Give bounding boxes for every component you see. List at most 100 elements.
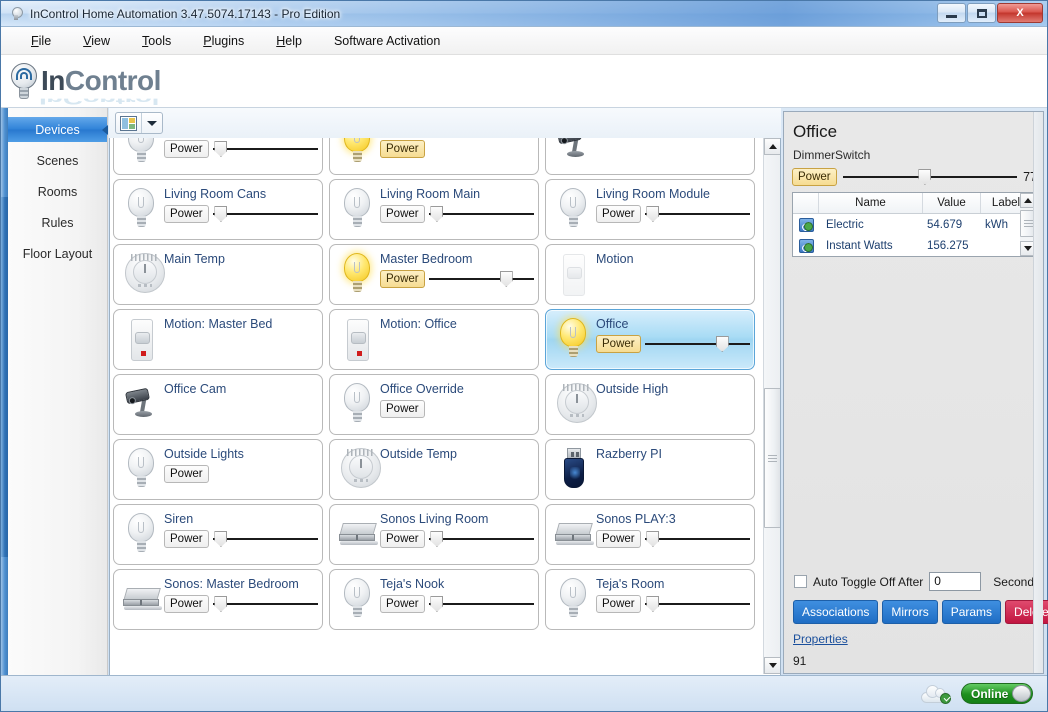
device-level-slider[interactable] [213, 596, 318, 612]
device-level-slider[interactable] [213, 141, 318, 157]
table-cell-name: Instant Watts [819, 240, 923, 252]
device-icon [118, 379, 164, 431]
device-power-button[interactable]: Power [164, 595, 209, 613]
device-card[interactable]: Teja's NookPower [329, 569, 539, 630]
device-power-button[interactable]: Power [164, 530, 209, 548]
device-power-button[interactable]: Power [596, 205, 641, 223]
device-card[interactable]: Outside Temp [329, 439, 539, 500]
device-card[interactable]: Living Room ModulePower [545, 179, 755, 240]
device-card[interactable]: Office OverridePower [329, 374, 539, 435]
device-card[interactable]: Master BedroomPower [329, 244, 539, 305]
menu-item-plugins[interactable]: Plugins [187, 29, 260, 53]
device-power-button[interactable]: Power [380, 140, 425, 158]
device-level-slider[interactable] [429, 531, 534, 547]
device-power-button[interactable]: Power [164, 205, 209, 223]
associations-button[interactable]: Associations [793, 600, 878, 624]
minimize-button[interactable] [937, 3, 966, 23]
device-name: Living Room Main [380, 187, 534, 201]
menu-item-tools[interactable]: Tools [126, 29, 187, 53]
details-level-slider[interactable] [843, 169, 1017, 185]
table-cell-value: 156.275 [923, 240, 981, 252]
sidebar-item-floor-layout[interactable]: Floor Layout [8, 241, 107, 266]
device-card[interactable]: Sonos: Master BedroomPower [113, 569, 323, 630]
device-card[interactable]: Living Room Main Power [329, 179, 539, 240]
device-power-button[interactable]: Power [380, 270, 425, 288]
device-card[interactable]: KitchenPower [329, 138, 539, 175]
device-level-slider[interactable] [645, 206, 750, 222]
sidebar-item-rooms[interactable]: Rooms [8, 179, 107, 204]
scroll-down-button[interactable] [764, 657, 781, 674]
device-power-button[interactable]: Power [380, 205, 425, 223]
device-card[interactable]: Motion [545, 244, 755, 305]
sidebar-item-rules[interactable]: Rules [8, 210, 107, 235]
device-power-button[interactable]: Power [596, 595, 641, 613]
details-panel-scrollbar[interactable] [1033, 112, 1043, 673]
device-card[interactable]: Living Room CansPower [113, 179, 323, 240]
device-controls: Power [380, 400, 534, 418]
table-row[interactable]: Electric 54.679 kWh [793, 214, 1036, 235]
device-level-slider[interactable] [429, 271, 534, 287]
device-toolbar [109, 108, 781, 138]
menu-item-software-activation[interactable]: Software Activation [318, 29, 456, 53]
scrollbar-thumb[interactable] [764, 388, 781, 528]
details-title: Office [793, 122, 837, 142]
device-level-slider[interactable] [429, 596, 534, 612]
close-button[interactable]: X [997, 3, 1043, 23]
sidebar-item-devices[interactable]: Devices [8, 117, 107, 142]
cloud-ok-icon [921, 685, 951, 703]
device-level-slider[interactable] [645, 596, 750, 612]
device-level-slider[interactable] [213, 206, 318, 222]
device-power-button[interactable]: Power [596, 530, 641, 548]
device-card[interactable]: Outside High [545, 374, 755, 435]
device-card[interactable]: Outside LightsPower [113, 439, 323, 500]
details-power-button[interactable]: Power [792, 168, 837, 186]
device-card[interactable]: Teja's RoomPower [545, 569, 755, 630]
device-power-button[interactable]: Power [380, 400, 425, 418]
device-card[interactable]: Kian's RoomPower [113, 138, 323, 175]
device-power-button[interactable]: Power [164, 140, 209, 158]
device-power-button[interactable]: Power [596, 335, 641, 353]
link-add-icon[interactable] [793, 239, 819, 253]
scroll-up-button[interactable] [764, 138, 781, 155]
device-card[interactable]: Motion: Office [329, 309, 539, 370]
device-controls: Power [164, 465, 318, 483]
link-add-icon[interactable] [793, 218, 819, 232]
device-card[interactable]: SirenPower [113, 504, 323, 565]
device-level-slider[interactable] [645, 336, 750, 352]
thermostat-icon [557, 383, 597, 425]
device-power-button[interactable]: Power [164, 465, 209, 483]
device-card[interactable]: Office Cam [113, 374, 323, 435]
menu-item-file[interactable]: FFileile [15, 29, 67, 53]
menu-item-view[interactable]: View [67, 29, 126, 53]
device-level-slider[interactable] [429, 206, 534, 222]
usb-stick-icon [563, 448, 585, 492]
device-name: Motion: Office [380, 317, 534, 331]
chevron-down-icon[interactable] [142, 113, 162, 133]
device-card[interactable]: Main Temp [113, 244, 323, 305]
menu-item-help[interactable]: Help [260, 29, 318, 53]
connection-status-toggle[interactable]: Online [961, 683, 1033, 704]
properties-link[interactable]: Properties [793, 632, 848, 646]
details-action-buttons: Associations Mirrors Params Delete [793, 600, 1048, 624]
sidebar-item-scenes[interactable]: Scenes [8, 148, 107, 173]
view-mode-button[interactable] [115, 112, 163, 134]
auto-toggle-seconds-input[interactable]: 0 [929, 572, 981, 591]
device-card[interactable]: Motion: Master Bed [113, 309, 323, 370]
mirrors-button[interactable]: Mirrors [882, 600, 937, 624]
toggle-knob [1012, 685, 1031, 702]
maximize-button[interactable] [967, 3, 996, 23]
device-card[interactable]: Living Room Cam [545, 138, 755, 175]
device-card[interactable]: Sonos Living RoomPower [329, 504, 539, 565]
device-card[interactable]: Razberry PI [545, 439, 755, 500]
table-row[interactable]: Instant Watts 156.275 [793, 235, 1036, 256]
auto-toggle-checkbox[interactable] [794, 575, 807, 588]
device-level-slider[interactable] [645, 531, 750, 547]
device-card[interactable]: Sonos PLAY:3Power [545, 504, 755, 565]
device-level-slider[interactable] [213, 531, 318, 547]
device-list-scrollbar[interactable] [763, 138, 780, 674]
grid-view-icon [120, 116, 137, 131]
device-card[interactable]: OfficePower [545, 309, 755, 370]
device-power-button[interactable]: Power [380, 530, 425, 548]
params-button[interactable]: Params [942, 600, 1001, 624]
device-power-button[interactable]: Power [380, 595, 425, 613]
